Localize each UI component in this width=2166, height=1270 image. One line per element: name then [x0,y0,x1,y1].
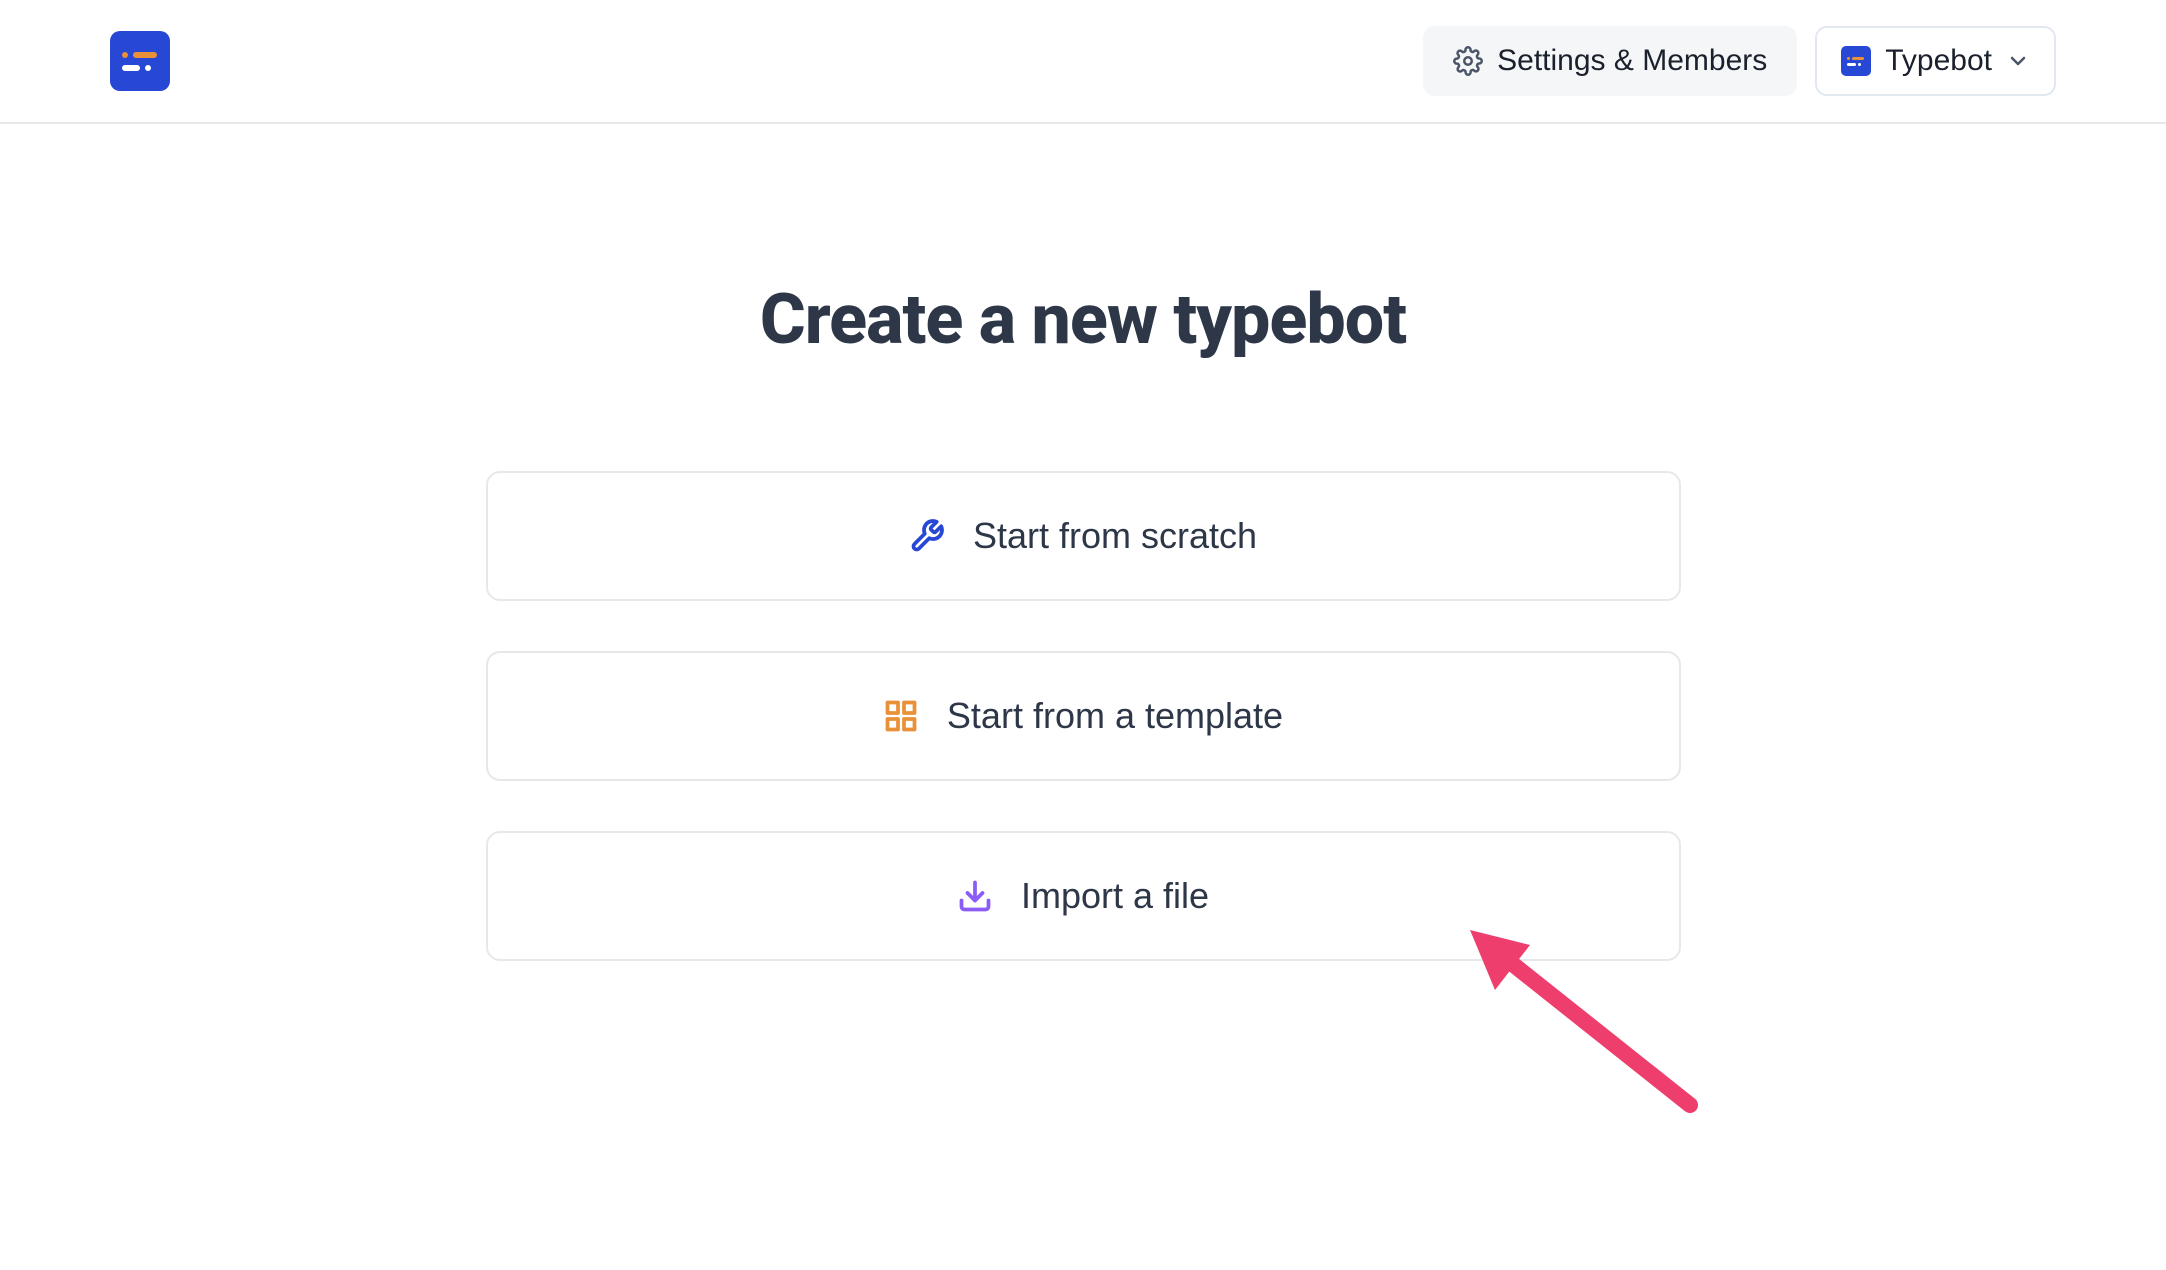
option-label: Start from scratch [973,515,1257,557]
workspace-dropdown[interactable]: Typebot [1815,26,2056,96]
start-from-scratch-button[interactable]: Start from scratch [486,471,1681,601]
settings-label: Settings & Members [1497,44,1767,78]
page-title: Create a new typebot [760,279,1406,361]
grid-icon [883,698,919,734]
typebot-logo[interactable] [110,31,170,91]
header: Settings & Members Typebot [0,0,2166,124]
header-right: Settings & Members Typebot [1423,26,2056,96]
settings-members-button[interactable]: Settings & Members [1423,26,1797,96]
start-from-template-button[interactable]: Start from a template [486,651,1681,781]
workspace-label: Typebot [1885,44,1992,78]
option-label: Start from a template [947,695,1283,737]
wrench-icon [909,518,945,554]
download-icon [957,878,993,914]
gear-icon [1453,46,1483,76]
main-content: Create a new typebot Start from scratch … [0,124,2166,1011]
import-file-button[interactable]: Import a file [486,831,1681,961]
option-label: Import a file [1021,875,1209,917]
chevron-down-icon [2006,49,2030,73]
workspace-logo-icon [1841,46,1871,76]
